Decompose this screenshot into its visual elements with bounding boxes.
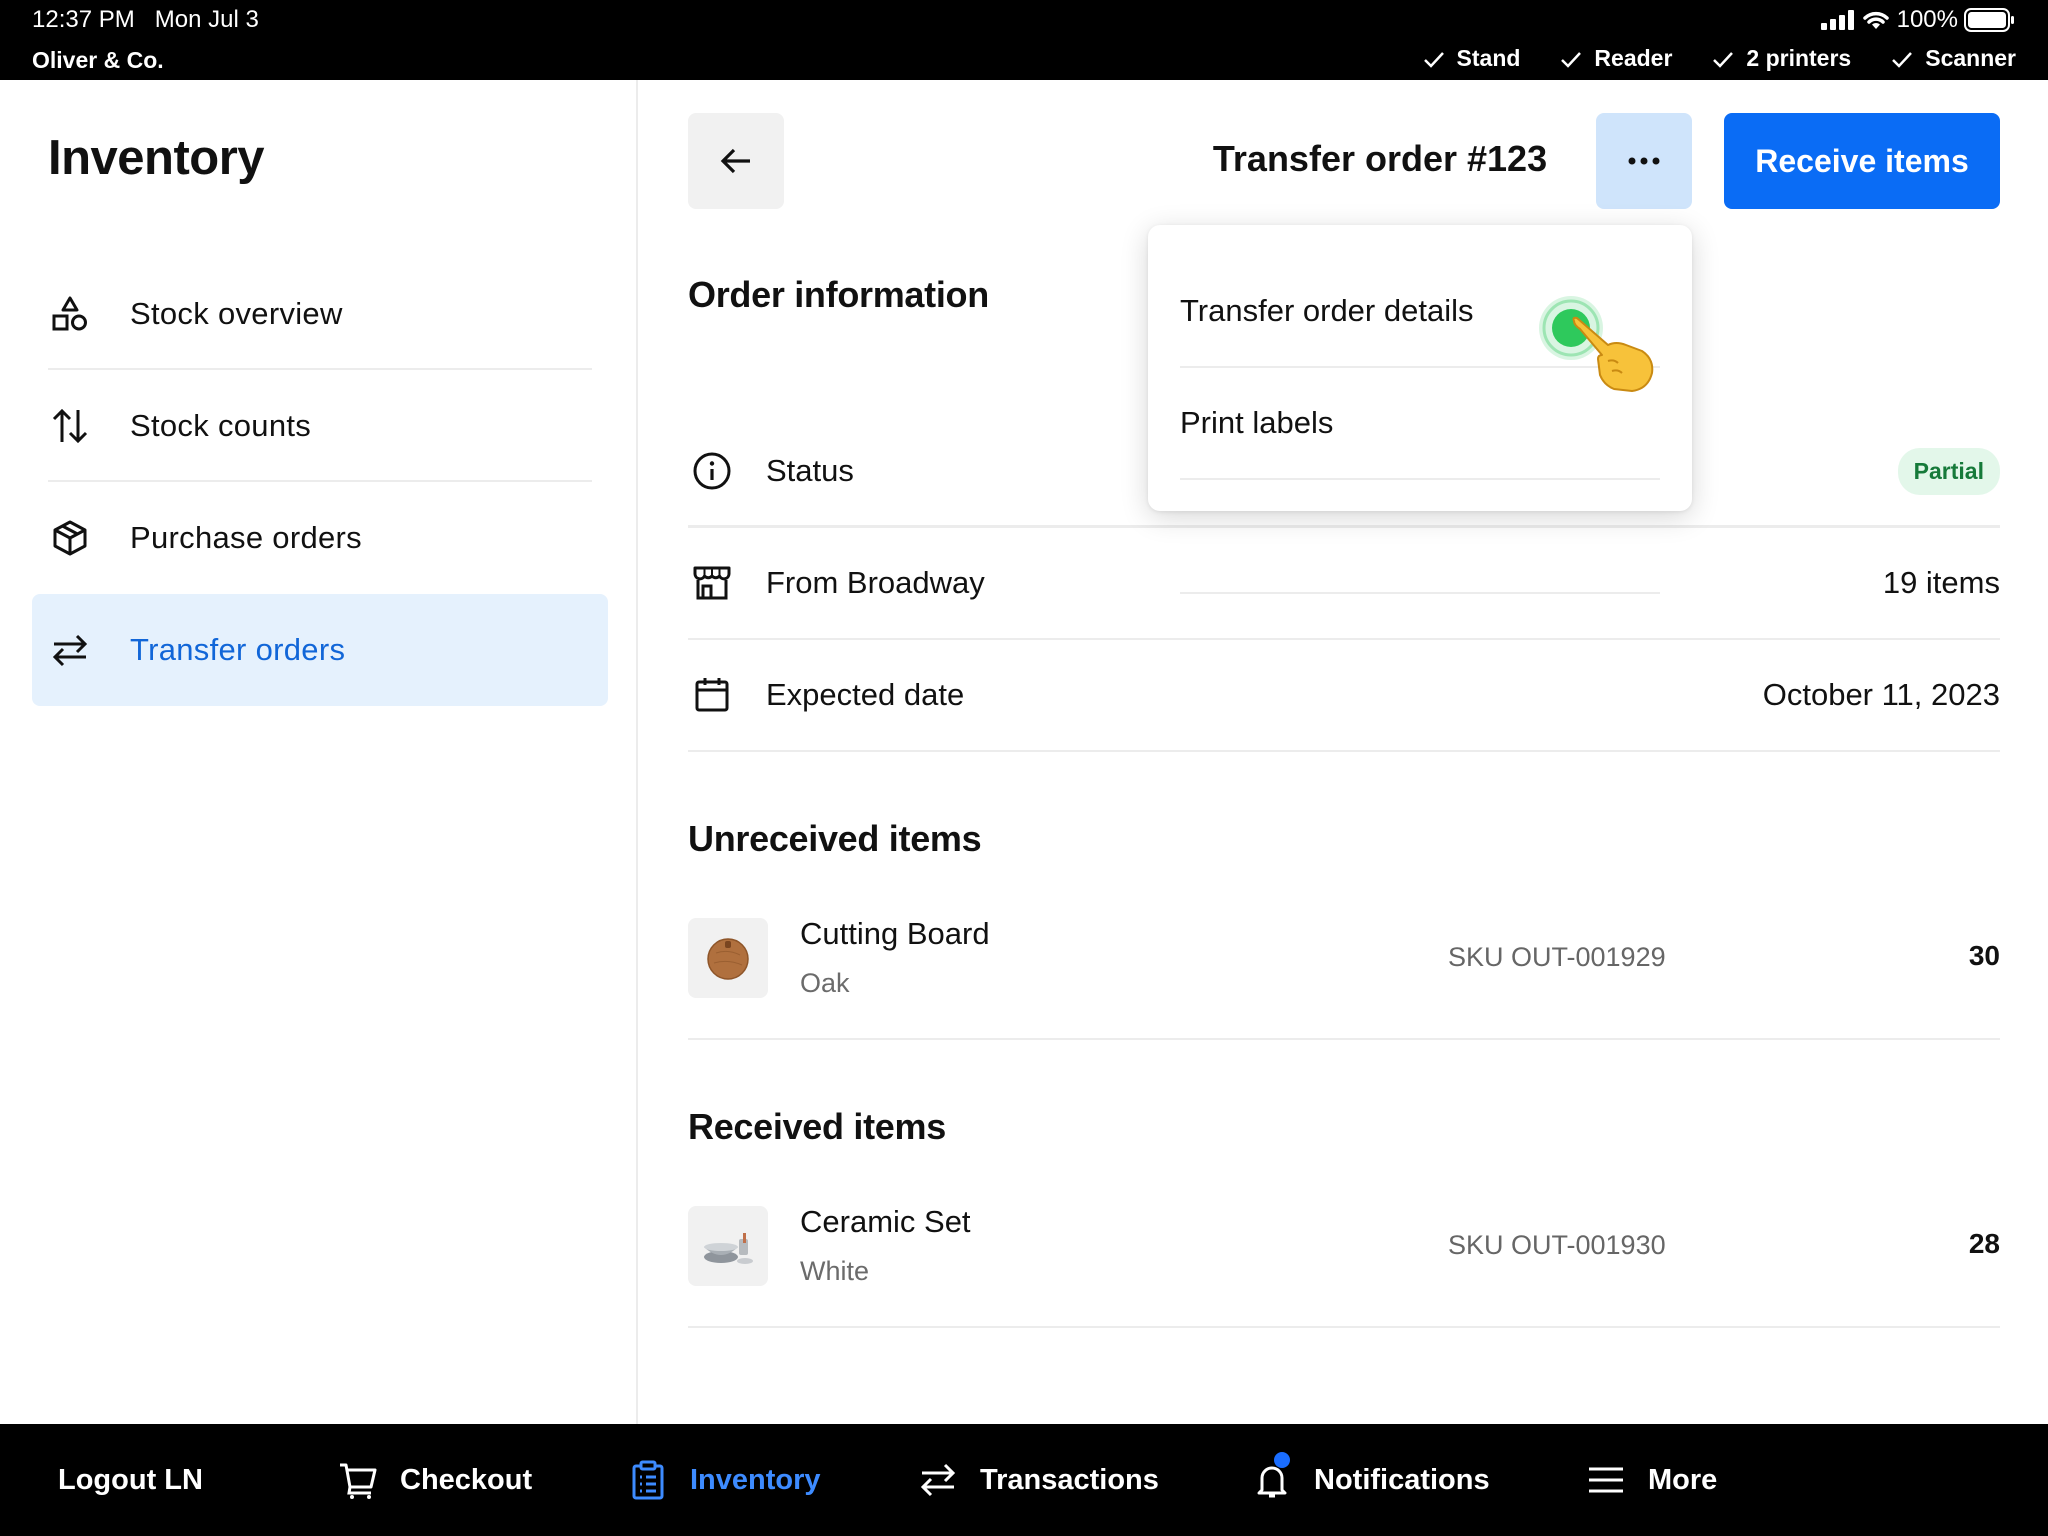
item-name: Ceramic Set — [800, 1204, 971, 1239]
sidebar-item-stock-counts[interactable]: Stock counts — [32, 370, 608, 482]
box-icon — [48, 516, 92, 560]
item-quantity: 30 — [1968, 940, 2000, 971]
tab-more[interactable]: More — [1586, 1424, 1717, 1536]
received-items-title: Received items — [688, 1106, 946, 1147]
item-name: Cutting Board — [800, 916, 990, 951]
sidebar-item-label: Transfer orders — [130, 632, 346, 667]
wifi-icon — [1862, 11, 1889, 29]
device-label: 2 printers — [1746, 45, 1852, 71]
status-label: Status — [766, 453, 854, 488]
item-quantity: 28 — [1968, 1228, 2000, 1259]
sidebar-item-stock-overview[interactable]: Stock overview — [32, 258, 608, 370]
connected-devices: Stand Reader 2 printers Scanner — [1423, 45, 2016, 72]
expected-date-row: Expected date October 11, 2023 — [688, 640, 2000, 752]
notification-dot — [1274, 1452, 1290, 1468]
checkmark-icon — [1892, 51, 1913, 68]
page-title: Transfer order #123 — [1212, 138, 1548, 179]
pointing-hand-icon — [1572, 316, 1654, 392]
menu-item-label: Transfer order details — [1180, 293, 1474, 328]
tab-label: Inventory — [690, 1463, 821, 1496]
receive-items-button[interactable]: Receive items — [1724, 113, 2000, 209]
item-sku: SKU OUT-001930 — [1448, 1230, 1666, 1260]
device-reader[interactable]: Reader — [1560, 45, 1672, 72]
checkmark-icon — [1423, 51, 1444, 68]
unreceived-items-title: Unreceived items — [688, 818, 982, 859]
device-stand[interactable]: Stand — [1423, 45, 1521, 72]
tab-notifications[interactable]: Notifications — [1252, 1424, 1490, 1536]
device-label: Scanner — [1925, 45, 2016, 71]
item-variant: Oak — [800, 968, 850, 998]
tab-label: Notifications — [1314, 1463, 1490, 1496]
system-indicators: 100% — [1820, 6, 2016, 34]
logout-button[interactable]: Logout LN — [58, 1424, 203, 1536]
calendar-icon — [688, 671, 736, 719]
sidebar-item-label: Purchase orders — [130, 520, 362, 555]
menu-icon — [1589, 1467, 1623, 1493]
info-icon — [688, 447, 736, 495]
sidebar-item-label: Stock counts — [130, 408, 312, 443]
order-information-title: Order information — [688, 274, 989, 315]
arrows-up-down-icon — [48, 404, 92, 448]
merchant-name: Oliver & Co. — [32, 47, 164, 73]
tab-label: Transactions — [980, 1463, 1159, 1496]
cart-icon — [340, 1463, 377, 1499]
battery-percent: 100% — [1896, 6, 1958, 33]
sidebar-item-label: Stock overview — [130, 296, 343, 331]
tab-transactions[interactable]: Transactions — [918, 1424, 1159, 1536]
product-thumbnail — [688, 918, 768, 998]
menu-item-spacer — [1180, 482, 1660, 594]
checkmark-icon — [1561, 51, 1582, 68]
status-time-date: 12:37 PM Mon Jul 3 — [32, 6, 259, 34]
tab-checkout[interactable]: Checkout — [338, 1424, 532, 1536]
product-thumbnail — [688, 1206, 768, 1286]
ceramic-set-icon — [704, 1233, 753, 1264]
cutting-board-icon — [707, 938, 749, 980]
status-date: Mon Jul 3 — [154, 6, 259, 33]
list-item[interactable]: Ceramic Set White SKU OUT-001930 28 — [688, 1168, 2000, 1328]
signal-icon — [1820, 10, 1854, 30]
clipboard-icon — [632, 1460, 664, 1500]
sidebar-item-transfer-orders[interactable]: Transfer orders — [32, 594, 608, 706]
device-scanner[interactable]: Scanner — [1891, 45, 2016, 72]
item-sku: SKU OUT-001929 — [1448, 942, 1666, 972]
tab-inventory[interactable]: Inventory — [628, 1424, 821, 1536]
sidebar-title: Inventory — [48, 131, 265, 185]
arrows-left-right-icon — [920, 1463, 956, 1497]
more-options-button[interactable] — [1596, 113, 1692, 209]
sidebar-nav: Stock overview Stock counts Purchase ord… — [32, 258, 608, 706]
ellipsis-icon — [1628, 157, 1660, 165]
expected-date-label: Expected date — [766, 677, 965, 712]
menu-item-label: Print labels — [1180, 405, 1334, 440]
sidebar: Inventory Stock overview Stock counts Pu… — [0, 80, 638, 1424]
store-icon — [688, 559, 736, 607]
arrow-left-icon — [720, 148, 750, 174]
item-variant: White — [800, 1256, 870, 1286]
shapes-icon — [48, 292, 92, 336]
from-location-label: From Broadway — [766, 565, 985, 600]
status-time: 12:37 PM — [32, 6, 135, 33]
back-button[interactable] — [688, 113, 784, 209]
arrows-left-right-icon — [48, 628, 92, 672]
device-printers[interactable]: 2 printers — [1712, 45, 1851, 72]
bottom-tab-bar: Logout LN Checkout Inventory Transaction… — [0, 1424, 2048, 1536]
expected-date-value: October 11, 2023 — [1762, 677, 2000, 712]
status-bar: 12:37 PM Mon Jul 3 Oliver & Co. 100% Sta… — [0, 0, 2048, 80]
status-badge: Partial — [1897, 447, 2000, 495]
device-label: Reader — [1594, 45, 1673, 71]
item-count-value: 19 items — [1882, 565, 2000, 600]
list-item[interactable]: Cutting Board Oak SKU OUT-001929 30 — [688, 880, 2000, 1040]
battery-icon — [1964, 8, 2014, 32]
device-label: Stand — [1456, 45, 1521, 71]
checkmark-icon — [1713, 51, 1734, 68]
sidebar-item-purchase-orders[interactable]: Purchase orders — [32, 482, 608, 594]
tab-label: Checkout — [400, 1463, 533, 1496]
tab-label: More — [1648, 1463, 1718, 1496]
